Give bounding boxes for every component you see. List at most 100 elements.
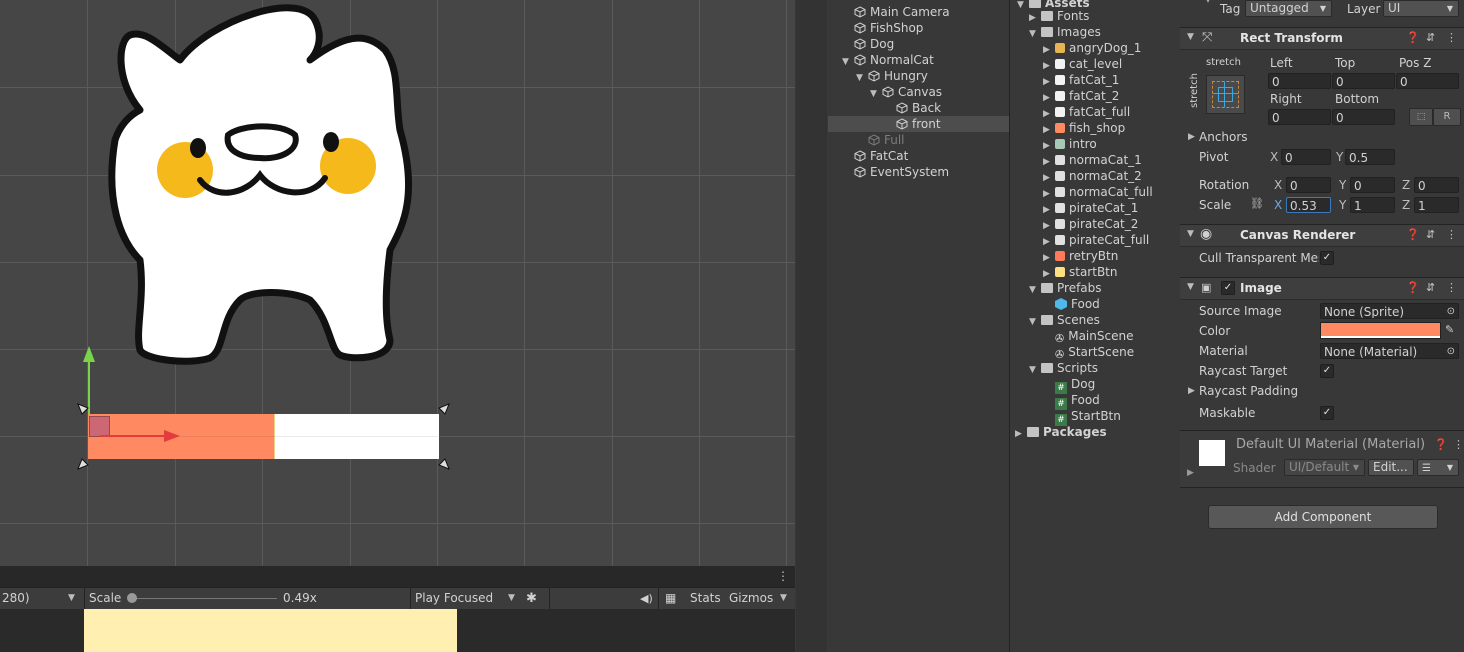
chevron-down-icon[interactable]: ▼ — [856, 70, 868, 86]
chevron-down-icon[interactable]: ▼ — [1187, 229, 1194, 239]
bug-icon[interactable]: ✱ — [526, 588, 537, 609]
right-field[interactable]: 0 — [1268, 109, 1331, 125]
more-options-icon[interactable]: ⋮ — [1446, 31, 1457, 44]
project-asset[interactable]: ▶ fatCat_full — [1043, 104, 1130, 120]
blueprint-mode-icon[interactable]: ⬚ — [1409, 108, 1433, 126]
hierarchy-item[interactable]: FishShop — [842, 20, 923, 36]
project-asset[interactable]: ▶ normaCat_full — [1043, 184, 1153, 200]
tag-dropdown[interactable]: Untagged ▼ — [1245, 0, 1332, 17]
chevron-down-icon[interactable]: ▼ — [1187, 32, 1194, 42]
project-asset[interactable]: ▶ retryBtn — [1043, 248, 1118, 264]
rect-transform-header[interactable]: ▼ ⤧ Rect Transform ❓ ⇵ ⋮ — [1180, 27, 1464, 50]
hierarchy-item[interactable]: ▼ NormalCat — [842, 52, 934, 68]
project-asset[interactable]: ▶ pirateCat_full — [1043, 232, 1149, 248]
anchor-presets-button[interactable] — [1206, 75, 1245, 114]
pivot-x-field[interactable]: 0 — [1281, 149, 1331, 165]
pivot-y-field[interactable]: 0.5 — [1345, 149, 1395, 165]
chevron-down-icon[interactable]: ▼ — [842, 54, 854, 70]
canvas-renderer-header[interactable]: ▼ ◉ Canvas Renderer ❓ ⇵ ⋮ — [1180, 224, 1464, 247]
left-field[interactable]: 0 — [1268, 73, 1331, 89]
hierarchy-item[interactable]: FatCat — [842, 148, 908, 164]
more-options-icon[interactable]: ⋮ — [1446, 228, 1457, 241]
material-field[interactable]: None (Material) ⊙ — [1320, 343, 1459, 359]
chevron-down-icon[interactable]: ▼ — [1029, 362, 1041, 378]
edit-shader-button[interactable]: Edit... — [1368, 459, 1414, 476]
more-options-icon[interactable]: ⋮ — [1446, 281, 1457, 294]
project-asset[interactable]: ▶ angryDog_1 — [1043, 40, 1141, 56]
project-folder[interactable]: ▶ Fonts — [1029, 8, 1089, 24]
project-asset[interactable]: ✇ MainScene — [1043, 328, 1133, 345]
hierarchy-item[interactable]: ▼ Hungry — [856, 68, 928, 84]
scale-x-field[interactable]: 0.53 — [1286, 197, 1331, 213]
project-asset[interactable]: # StartBtn — [1043, 408, 1121, 426]
shader-options-dropdown[interactable]: ☰ ▼ — [1417, 459, 1459, 476]
project-asset[interactable]: # Dog — [1043, 376, 1095, 394]
keyboard-icon[interactable]: ▦ — [665, 588, 676, 609]
layer-dropdown[interactable]: UI ▼ — [1383, 0, 1459, 17]
project-asset[interactable]: ▶ fatCat_1 — [1043, 72, 1119, 88]
chevron-down-icon[interactable]: ▼ — [870, 86, 882, 102]
project-asset[interactable]: ▶ normaCat_1 — [1043, 152, 1142, 168]
project-asset[interactable]: ▶ pirateCat_2 — [1043, 216, 1138, 232]
source-image-field[interactable]: None (Sprite) ⊙ — [1320, 303, 1459, 319]
anchor-handle-top-left[interactable] — [76, 402, 90, 416]
scale-slider-thumb[interactable] — [127, 593, 137, 603]
chevron-down-icon[interactable]: ▼ — [1029, 314, 1041, 330]
anchors-label[interactable]: Anchors — [1199, 130, 1248, 144]
project-folder[interactable]: ▼ Prefabs — [1029, 280, 1102, 296]
scale-z-field[interactable]: 1 — [1414, 197, 1459, 213]
scene-view[interactable] — [0, 0, 795, 566]
help-icon[interactable]: ❓ — [1434, 438, 1448, 451]
project-asset[interactable]: ▶ normaCat_2 — [1043, 168, 1142, 184]
help-icon[interactable]: ❓ — [1406, 31, 1420, 44]
chevron-right-icon[interactable]: ▶ — [1015, 426, 1027, 442]
project-asset[interactable]: ▶ cat_level — [1043, 56, 1122, 72]
play-mode-dropdown[interactable]: Play Focused — [415, 588, 493, 609]
chevron-down-icon[interactable]: ▼ — [780, 588, 787, 609]
maskable-checkbox[interactable]: ✓ — [1320, 406, 1334, 420]
link-icon[interactable]: ⛓ — [1250, 197, 1264, 210]
top-field[interactable]: 0 — [1332, 73, 1395, 89]
shader-dropdown[interactable]: UI/Default ▼ — [1284, 459, 1365, 476]
eyedropper-icon[interactable]: ✎ — [1445, 323, 1454, 336]
hierarchy-item[interactable]: Dog — [842, 36, 894, 52]
raw-edit-button[interactable]: R — [1433, 108, 1461, 126]
image-enabled-checkbox[interactable]: ✓ — [1221, 281, 1235, 295]
project-asset[interactable]: ▶ fatCat_2 — [1043, 88, 1119, 104]
hierarchy-item[interactable]: EventSystem — [842, 164, 949, 180]
scale-y-field[interactable]: 1 — [1350, 197, 1395, 213]
chevron-down-icon[interactable]: ▼ — [1029, 26, 1041, 42]
project-folder[interactable]: ▶ Packages — [1015, 424, 1107, 440]
project-asset[interactable]: ✇ StartScene — [1043, 344, 1134, 361]
preset-icon[interactable]: ⇵ — [1426, 31, 1435, 44]
preset-icon[interactable]: ⇵ — [1426, 281, 1435, 294]
stats-button[interactable]: Stats — [690, 588, 721, 609]
rotation-x-field[interactable]: 0 — [1286, 177, 1331, 193]
audio-icon[interactable]: ◀) — [640, 588, 653, 609]
raycast-padding-label[interactable]: Raycast Padding — [1199, 384, 1298, 398]
project-folder[interactable]: ▼ Scripts — [1029, 360, 1098, 376]
hierarchy-item[interactable]: Full — [856, 132, 905, 148]
project-asset[interactable]: Food — [1043, 296, 1100, 312]
project-asset[interactable]: ▶ intro — [1043, 136, 1097, 152]
more-options-icon[interactable]: ⋮ — [777, 569, 789, 583]
chevron-down-icon[interactable]: ▼ — [1187, 282, 1194, 292]
anchor-handle-top-right[interactable] — [437, 402, 451, 416]
color-swatch[interactable] — [1320, 322, 1441, 339]
scale-slider-track[interactable] — [130, 598, 277, 599]
more-options-icon[interactable]: ⋮ — [1453, 438, 1464, 451]
chevron-down-icon[interactable]: ▼ — [1029, 282, 1041, 298]
add-component-button[interactable]: Add Component — [1208, 505, 1438, 529]
rotation-y-field[interactable]: 0 — [1350, 177, 1395, 193]
cull-transparent-checkbox[interactable]: ✓ — [1320, 251, 1334, 265]
project-asset[interactable]: ▶ pirateCat_1 — [1043, 200, 1138, 216]
anchor-handle-bottom-right[interactable] — [437, 457, 451, 471]
gizmos-button[interactable]: Gizmos — [729, 588, 773, 609]
anchor-handle-bottom-left[interactable] — [76, 457, 90, 471]
project-folder[interactable]: ▼ Scenes — [1029, 312, 1100, 328]
help-icon[interactable]: ❓ — [1406, 281, 1420, 294]
bottom-field[interactable]: 0 — [1332, 109, 1395, 125]
move-gizmo-x-axis[interactable] — [100, 426, 182, 446]
chevron-right-icon[interactable]: ▶ — [1188, 386, 1195, 396]
project-folder[interactable]: ▼ Images — [1029, 24, 1101, 40]
